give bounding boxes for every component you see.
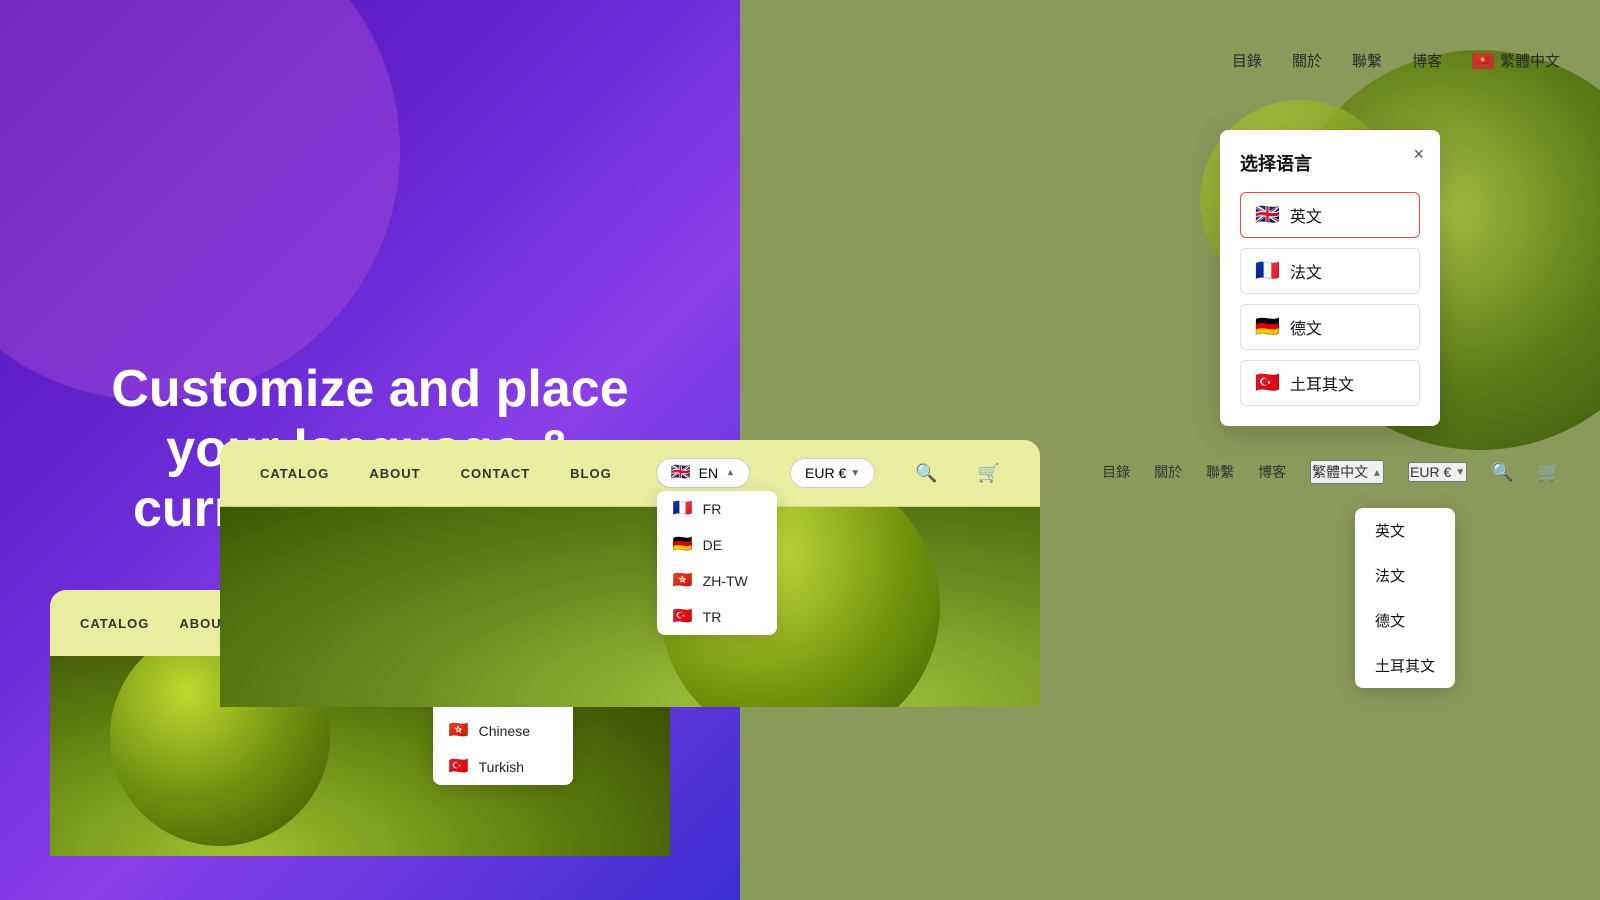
mid-lang-label: EN [699, 465, 718, 481]
fr-flag-icon: 🇫🇷 [1255, 261, 1280, 281]
mid-panel-bg [220, 507, 1040, 707]
chevron-up-mid-icon: ▼ [726, 468, 735, 478]
bot-drop-chinese-label: Chinese [479, 723, 530, 739]
tr-flag-bot-icon: 🇹🇷 [449, 759, 469, 775]
mid-drop-zh-label: ZH-TW [703, 573, 748, 589]
right-lang-label: 繁體中文 [1312, 462, 1368, 482]
lang-switcher-top[interactable]: 🇭🇰 繁體中文 [1472, 50, 1560, 71]
store-navbar-mid: CATALOG ABOUT CONTACT BLOG 🇬🇧 EN ▼ 🇫🇷 FR… [220, 440, 1040, 507]
cart-icon-right[interactable]: 🛒 [1538, 462, 1560, 483]
mid-drop-de-label: DE [703, 537, 722, 553]
lang-option-english[interactable]: 🇬🇧 英文 [1240, 192, 1420, 238]
right-drop-german-label: 德文 [1375, 610, 1405, 631]
right-drop-french-label: 法文 [1375, 565, 1405, 586]
fr-flag-mid-icon: 🇫🇷 [673, 501, 693, 517]
hk-flag-icon: 🇭🇰 [1472, 53, 1494, 69]
modal-title: 选择语言 [1240, 150, 1420, 176]
lang-dropdown-mid: 🇫🇷 FR 🇩🇪 DE 🇭🇰 ZH-TW 🇹🇷 TR [657, 491, 777, 635]
search-icon-mid[interactable]: 🔍 [915, 463, 937, 484]
top-navbar: 目錄 關於 聯繫 博客 🇭🇰 繁體中文 [740, 50, 1600, 71]
lang-option-french-label: 法文 [1290, 259, 1322, 283]
tr-flag-icon: 🇹🇷 [1255, 373, 1280, 393]
lang-option-turkish-label: 土耳其文 [1290, 371, 1354, 395]
right-drop-turkish-label: 土耳其文 [1375, 655, 1435, 676]
de-flag-mid-icon: 🇩🇪 [673, 537, 693, 553]
store-panel-mid: CATALOG ABOUT CONTACT BLOG 🇬🇧 EN ▼ 🇫🇷 FR… [220, 440, 1040, 707]
mid-drop-fr[interactable]: 🇫🇷 FR [657, 491, 777, 527]
mid-drop-tr-label: TR [703, 609, 722, 625]
language-modal: 选择语言 × 🇬🇧 英文 🇫🇷 法文 🇩🇪 德文 🇹🇷 土耳其文 [1220, 130, 1440, 426]
chevron-down-icon: ▼ [1455, 467, 1465, 478]
lang-option-french[interactable]: 🇫🇷 法文 [1240, 248, 1420, 294]
tr-flag-mid-icon: 🇹🇷 [673, 609, 693, 625]
uk-flag-small-icon: 🇬🇧 [671, 465, 691, 481]
hk-flag-mid-icon: 🇭🇰 [673, 573, 693, 589]
right-drop-english-label: 英文 [1375, 520, 1405, 541]
right-drop-french[interactable]: 法文 [1355, 553, 1455, 598]
chevron-currency-icon: ▼ [850, 468, 860, 479]
search-icon-right[interactable]: 🔍 [1491, 462, 1513, 483]
mid-drop-tr[interactable]: 🇹🇷 TR [657, 599, 777, 635]
right-drop-german[interactable]: 德文 [1355, 598, 1455, 643]
mid-nav-blog[interactable]: BLOG [570, 466, 612, 481]
right-drop-turkish[interactable]: 土耳其文 [1355, 643, 1455, 688]
mid-nav-catalog[interactable]: CATALOG [260, 466, 329, 481]
bot-nav-catalog[interactable]: CATALOG [80, 616, 149, 631]
lang-btn-right[interactable]: 繁體中文 ▼ [1310, 460, 1384, 484]
mid-drop-zh[interactable]: 🇭🇰 ZH-TW [657, 563, 777, 599]
cart-icon-mid[interactable]: 🛒 [978, 463, 1000, 484]
de-flag-icon: 🇩🇪 [1255, 317, 1280, 337]
uk-flag-icon: 🇬🇧 [1255, 205, 1280, 225]
mid-nav-about[interactable]: ABOUT [369, 466, 420, 481]
nav-about-top[interactable]: 關於 [1292, 50, 1322, 71]
nav-catalog-right[interactable]: 目錄 [1102, 462, 1130, 482]
lang-dropdown-right: 英文 法文 德文 土耳其文 [1355, 508, 1455, 688]
chevron-up-icon: ▼ [1372, 467, 1382, 478]
right-drop-english[interactable]: 英文 [1355, 508, 1455, 553]
mid-drop-fr-label: FR [703, 501, 722, 517]
mid-drop-de[interactable]: 🇩🇪 DE [657, 527, 777, 563]
mid-nav-contact[interactable]: CONTACT [461, 466, 531, 481]
lang-option-english-label: 英文 [1290, 203, 1322, 227]
lang-option-german[interactable]: 🇩🇪 德文 [1240, 304, 1420, 350]
nav-about-right[interactable]: 關於 [1154, 462, 1182, 482]
nav-catalog-top[interactable]: 目錄 [1232, 50, 1262, 71]
nav-blog-right[interactable]: 博客 [1258, 462, 1286, 482]
bot-drop-turkish[interactable]: 🇹🇷 Turkish [433, 749, 573, 785]
lang-label-top: 繁體中文 [1500, 50, 1560, 71]
currency-btn-right[interactable]: EUR € ▼ [1408, 462, 1467, 482]
nav-contact-right[interactable]: 聯繫 [1206, 462, 1234, 482]
modal-close-button[interactable]: × [1413, 144, 1424, 165]
nav-contact-top[interactable]: 聯繫 [1352, 50, 1382, 71]
currency-selector-mid[interactable]: EUR € ▼ [790, 458, 875, 488]
right-currency-label: EUR € [1410, 464, 1451, 480]
lang-option-german-label: 德文 [1290, 315, 1322, 339]
lang-option-turkish[interactable]: 🇹🇷 土耳其文 [1240, 360, 1420, 406]
nav-blog-top[interactable]: 博客 [1412, 50, 1442, 71]
mid-currency-label: EUR € [805, 465, 846, 481]
hk-flag-bot-icon: 🇭🇰 [449, 723, 469, 739]
bot-drop-chinese[interactable]: 🇭🇰 Chinese [433, 713, 573, 749]
lang-selector-mid[interactable]: 🇬🇧 EN ▼ 🇫🇷 FR 🇩🇪 DE 🇭🇰 ZH-TW 🇹🇷 [656, 458, 750, 488]
bot-drop-turkish-label: Turkish [479, 759, 524, 775]
